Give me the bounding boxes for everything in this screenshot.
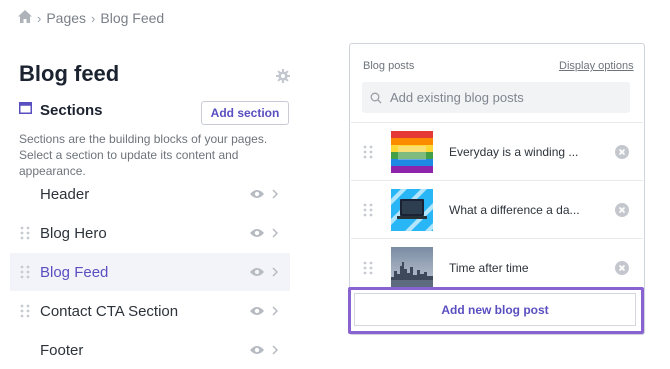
city-skyline-image <box>391 246 433 289</box>
rainbow-flag-image <box>391 130 433 173</box>
remove-icon[interactable] <box>615 202 629 217</box>
sections-header: Sections <box>19 101 103 119</box>
sections-description: Sections are the building blocks of your… <box>19 132 268 178</box>
blog-posts-label: Blog posts <box>363 60 415 72</box>
drag-handle-icon[interactable] <box>20 265 30 279</box>
drag-handle-icon[interactable] <box>20 226 30 240</box>
add-blog-post-highlight: Add new blog post <box>348 287 644 334</box>
breadcrumb-separator: › <box>91 10 96 26</box>
sections-label: Sections <box>40 101 103 119</box>
section-item-footer[interactable]: Footer <box>10 331 290 369</box>
drag-handle-icon[interactable] <box>363 145 373 159</box>
search-box <box>362 82 630 113</box>
section-item-label: Footer <box>40 341 84 359</box>
sections-icon <box>19 101 32 119</box>
drag-handle-icon[interactable] <box>363 261 373 275</box>
eye-icon[interactable] <box>250 306 264 316</box>
page-title: Blog feed <box>19 61 120 86</box>
drag-handle-icon[interactable] <box>20 304 30 318</box>
remove-icon[interactable] <box>615 144 629 159</box>
section-item-blog-feed[interactable]: Blog Feed <box>10 253 290 291</box>
chevron-right-icon <box>272 306 278 316</box>
gear-icon[interactable] <box>276 69 290 83</box>
search-input[interactable] <box>390 90 610 105</box>
section-item-label: Header <box>40 185 90 203</box>
breadcrumb-pages-link[interactable]: Pages <box>46 10 86 26</box>
chevron-right-icon <box>272 345 278 355</box>
blog-post-title: What a difference a da... <box>449 202 580 217</box>
section-item-label: Blog Hero <box>40 224 107 242</box>
eye-icon[interactable] <box>250 228 264 238</box>
breadcrumb-current: Blog Feed <box>100 10 165 26</box>
home-icon[interactable] <box>18 10 32 26</box>
laptop-image <box>391 188 433 231</box>
display-options-link[interactable]: Display options <box>559 60 634 72</box>
section-item-contact-cta[interactable]: Contact CTA Section <box>10 292 290 330</box>
remove-icon[interactable] <box>615 260 629 275</box>
section-item-header[interactable]: Header <box>10 175 290 213</box>
eye-icon[interactable] <box>250 189 264 199</box>
chevron-right-icon <box>272 267 278 277</box>
add-new-blog-post-button[interactable]: Add new blog post <box>354 293 636 326</box>
section-item-label: Blog Feed <box>40 263 109 281</box>
breadcrumb-separator: › <box>37 10 42 26</box>
blog-post-title: Time after time <box>449 260 529 275</box>
breadcrumb: › Pages › Blog Feed <box>18 10 164 26</box>
blog-post-row[interactable]: Everyday is a winding ... <box>351 122 643 180</box>
chevron-right-icon <box>272 189 278 199</box>
eye-icon[interactable] <box>250 267 264 277</box>
blog-post-row[interactable]: What a difference a da... <box>351 180 643 238</box>
eye-icon[interactable] <box>250 345 264 355</box>
blog-post-title: Everyday is a winding ... <box>449 144 579 159</box>
search-icon <box>370 92 382 103</box>
chevron-right-icon <box>272 228 278 238</box>
section-item-label: Contact CTA Section <box>40 302 179 320</box>
add-section-button[interactable]: Add section <box>201 101 289 125</box>
drag-handle-icon[interactable] <box>363 203 373 217</box>
section-item-blog-hero[interactable]: Blog Hero <box>10 214 290 252</box>
